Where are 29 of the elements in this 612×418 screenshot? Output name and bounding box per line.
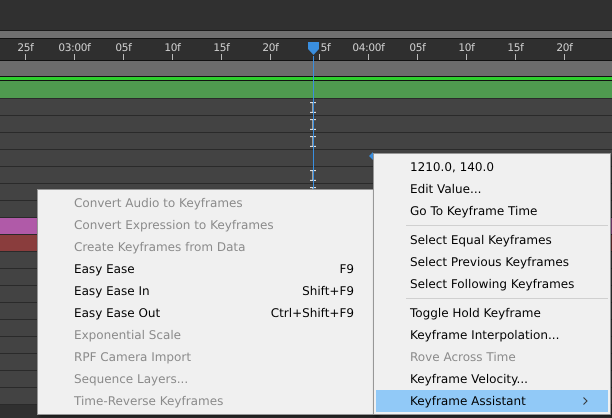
- navigator-bar[interactable]: [0, 61, 612, 77]
- chevron-right-icon: [583, 397, 588, 405]
- menu-item[interactable]: Easy Ease In Shift+F9: [40, 280, 374, 302]
- time-label: 03:00f: [58, 42, 91, 54]
- work-area-bar[interactable]: [0, 31, 612, 39]
- menu-item[interactable]: Easy Ease F9: [40, 258, 374, 280]
- menu-item[interactable]: Select Following Keyframes: [376, 273, 608, 295]
- time-label: 05f: [115, 42, 132, 54]
- playhead-handle-icon[interactable]: [308, 42, 319, 55]
- time-label: 5f: [320, 42, 330, 54]
- time-label: 15f: [507, 42, 524, 54]
- time-label: 05f: [409, 42, 426, 54]
- time-label: 20f: [556, 42, 573, 54]
- time-label: 10f: [458, 42, 475, 54]
- menu-item[interactable]: Easy Ease Out Ctrl+Shift+F9: [40, 302, 374, 324]
- menu-item[interactable]: Keyframe Interpolation...: [376, 324, 608, 346]
- menu-item[interactable]: Toggle Hold Keyframe: [376, 302, 608, 324]
- menu-item[interactable]: Select Previous Keyframes: [376, 251, 608, 273]
- menu-item[interactable]: Keyframe Velocity...: [376, 368, 608, 390]
- menu-item[interactable]: 1210.0, 140.0: [376, 156, 608, 178]
- menu-item[interactable]: Select Equal Keyframes: [376, 229, 608, 251]
- menu-item[interactable]: Keyframe Assistant: [376, 390, 608, 412]
- menu-item[interactable]: Edit Value...: [376, 178, 608, 200]
- menu-item[interactable]: Go To Keyframe Time: [376, 200, 608, 222]
- time-label: 10f: [164, 42, 181, 54]
- time-label: 20f: [262, 42, 279, 54]
- time-label: 04:00f: [352, 42, 385, 54]
- time-label: 15f: [213, 42, 230, 54]
- time-label: 25f: [17, 42, 34, 54]
